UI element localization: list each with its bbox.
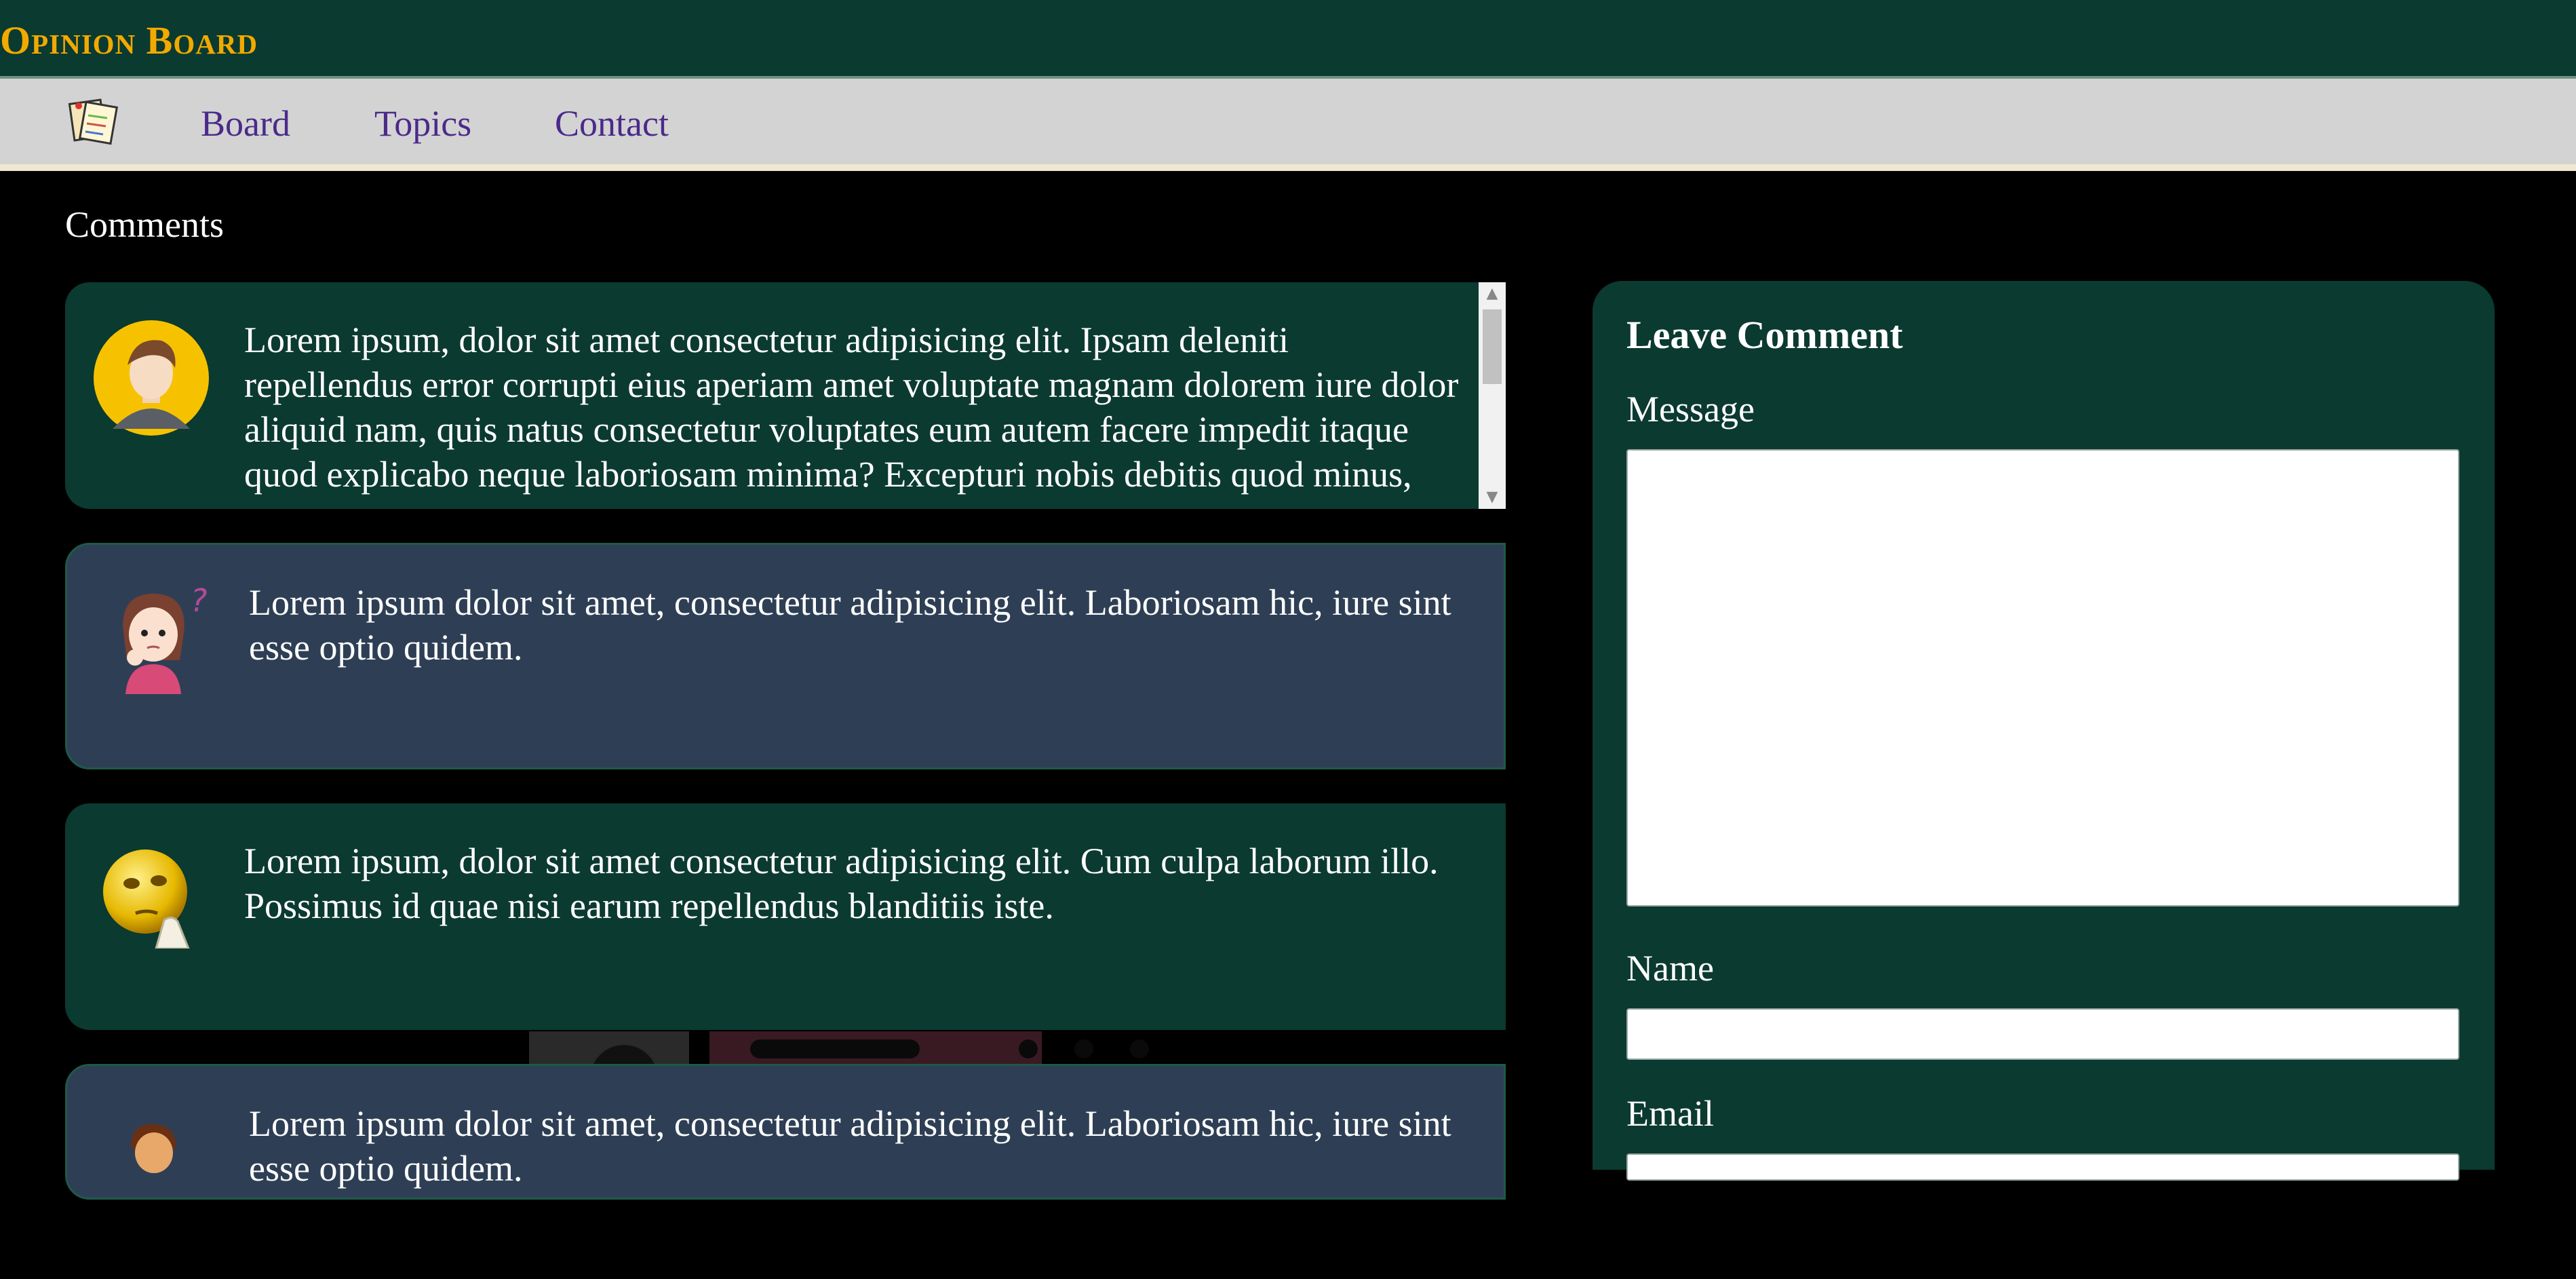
comment-text: Lorem ipsum, dolor sit amet consectetur … bbox=[244, 320, 1459, 495]
comment-text: Lorem ipsum dolor sit amet, consectetur … bbox=[249, 582, 1451, 668]
boy-avatar-icon bbox=[131, 1124, 176, 1173]
comment-card: ? Lorem ipsum dolor sit amet, consectetu… bbox=[65, 543, 1506, 769]
nav-link-contact[interactable]: Contact bbox=[555, 102, 669, 145]
comment-text: Lorem ipsum dolor sit amet, consectetur … bbox=[249, 1103, 1451, 1189]
leave-comment-form: Leave Comment Message Name Email bbox=[1593, 281, 2495, 1181]
name-label: Name bbox=[1626, 948, 1714, 989]
email-label: Email bbox=[1626, 1093, 1714, 1134]
form-title: Leave Comment bbox=[1626, 313, 1903, 357]
message-textarea[interactable] bbox=[1626, 449, 2459, 906]
notes-logo-icon[interactable] bbox=[65, 95, 122, 148]
thinking-emoji-avatar-icon bbox=[103, 850, 190, 949]
svg-text:?: ? bbox=[191, 582, 207, 619]
comment-text: Lorem ipsum, dolor sit amet consectetur … bbox=[244, 841, 1439, 926]
site-header: Opinion Board bbox=[0, 0, 2576, 79]
nav-link-board[interactable]: Board bbox=[201, 102, 290, 145]
thinking-woman-avatar-icon: ? bbox=[123, 582, 207, 694]
scroll-thumb[interactable] bbox=[1483, 309, 1502, 384]
comment-card: Lorem ipsum, dolor sit amet consectetur … bbox=[65, 803, 1506, 1030]
nav-link-topics[interactable]: Topics bbox=[374, 102, 471, 145]
main-nav: Board Topics Contact bbox=[0, 79, 2576, 171]
man-avatar-icon bbox=[94, 320, 209, 436]
scroll-up-arrow-icon[interactable]: ▲ bbox=[1479, 284, 1506, 304]
comments-heading: Comments bbox=[65, 204, 225, 245]
comment-scrollbar[interactable]: ▲ ▼ bbox=[1479, 282, 1506, 509]
scroll-down-arrow-icon[interactable]: ▼ bbox=[1479, 487, 1506, 508]
comment-card: Lorem ipsum dolor sit amet, consectetur … bbox=[65, 1064, 1506, 1200]
email-input[interactable] bbox=[1626, 1153, 2459, 1181]
message-label: Message bbox=[1626, 389, 1755, 429]
comment-card: Lorem ipsum, dolor sit amet consectetur … bbox=[65, 282, 1506, 509]
name-input[interactable] bbox=[1626, 1008, 2459, 1060]
site-title: Opinion Board bbox=[0, 18, 258, 62]
